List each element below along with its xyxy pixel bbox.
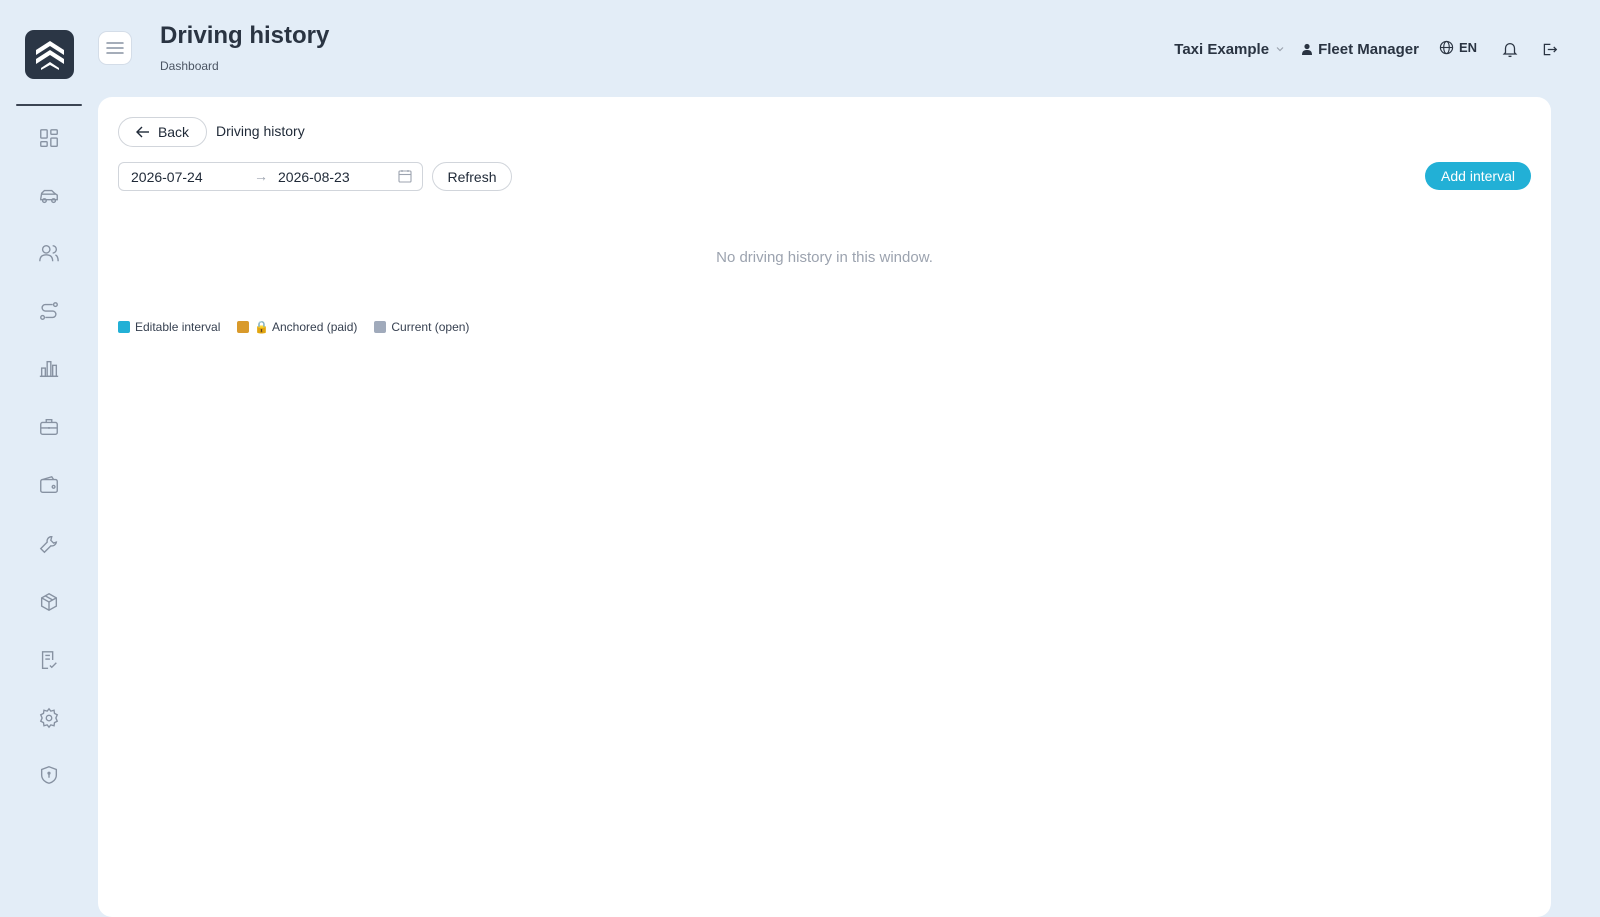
globe-icon [1439, 40, 1454, 54]
sidebar-item-trips[interactable] [36, 298, 62, 324]
legend-label: 🔒 Anchored (paid) [254, 320, 358, 334]
legend-label: Editable interval [135, 320, 221, 334]
sidebar-item-finance[interactable] [36, 472, 62, 498]
page-title: Driving history [160, 22, 330, 49]
chevron-down-icon [1276, 47, 1284, 52]
logo-chevrons-icon [35, 40, 64, 70]
hamburger-icon [106, 42, 124, 54]
sidebar-item-inspections[interactable] [36, 647, 62, 673]
sidebar-item-maintenance[interactable] [36, 531, 62, 557]
legend-item-editable: Editable interval [118, 320, 220, 334]
wallet-icon [40, 475, 58, 494]
package-icon [40, 592, 58, 612]
legend-swatch [237, 321, 250, 333]
refresh-button[interactable]: Refresh [432, 162, 512, 191]
legend-swatch [118, 321, 130, 333]
sidebar-item-jobs[interactable] [36, 414, 62, 440]
shield-icon [40, 766, 58, 784]
sidebar-item-inventory[interactable] [36, 589, 62, 615]
sidebar-item-drivers[interactable] [36, 240, 62, 266]
users-icon [39, 244, 59, 262]
breadcrumb-current: Driving history [216, 123, 305, 139]
route-icon [40, 302, 58, 320]
sidebar-divider [16, 104, 82, 106]
menu-toggle-button[interactable] [98, 31, 132, 65]
bell-icon [1502, 42, 1518, 58]
logout-icon [1543, 43, 1558, 55]
logout-button[interactable] [1541, 41, 1558, 58]
date-from-input[interactable]: 2026-07-24 [131, 169, 203, 185]
car-icon [40, 189, 58, 204]
user-menu[interactable]: Fleet Manager [1301, 41, 1419, 58]
language-code: EN [1458, 39, 1477, 55]
legend-item-current: Current (open) [374, 320, 469, 334]
wrench-icon [39, 535, 58, 554]
user-icon [1302, 43, 1313, 55]
app-logo[interactable] [25, 30, 74, 79]
company-name: Taxi Example [1174, 40, 1270, 58]
legend: Editable interval 🔒 Anchored (paid) Curr… [118, 320, 486, 334]
legend-swatch [374, 321, 387, 333]
date-to-input[interactable]: 2026-08-23 [278, 169, 350, 185]
sidebar-item-security[interactable] [36, 762, 62, 788]
sidebar [0, 0, 96, 900]
content-panel: Back Driving history 2026-07-24 → 2026-0… [98, 97, 1551, 917]
checklist-icon [41, 651, 57, 669]
user-name: Fleet Manager [1318, 40, 1419, 58]
language-selector[interactable]: EN [1439, 40, 1477, 55]
page-breadcrumb[interactable]: Dashboard [160, 59, 219, 73]
bar-chart-icon [39, 360, 59, 378]
date-range-picker[interactable]: 2026-07-24 → 2026-08-23 [118, 162, 423, 191]
range-arrow-icon: → [254, 168, 268, 184]
arrow-left-icon [135, 126, 149, 138]
sidebar-item-vehicles[interactable] [36, 183, 62, 209]
add-interval-button[interactable]: Add interval [1425, 162, 1531, 190]
empty-state-message: No driving history in this window. [716, 249, 933, 266]
company-selector[interactable]: Taxi Example [1174, 41, 1285, 58]
calendar-icon [398, 170, 412, 183]
back-button-label: Back [157, 124, 190, 140]
notifications-button[interactable] [1501, 40, 1519, 58]
sidebar-item-dashboard[interactable] [36, 125, 62, 151]
sidebar-item-reports[interactable] [36, 356, 62, 382]
sidebar-item-settings[interactable] [36, 705, 62, 731]
legend-item-anchored: 🔒 Anchored (paid) [237, 320, 357, 334]
dashboard-icon [40, 129, 58, 147]
briefcase-icon [40, 418, 58, 436]
back-button[interactable]: Back [118, 117, 207, 147]
legend-label: Current (open) [391, 320, 470, 334]
settings-icon [39, 707, 59, 729]
top-bar: Taxi Example Fleet Manager EN [1174, 38, 1558, 60]
